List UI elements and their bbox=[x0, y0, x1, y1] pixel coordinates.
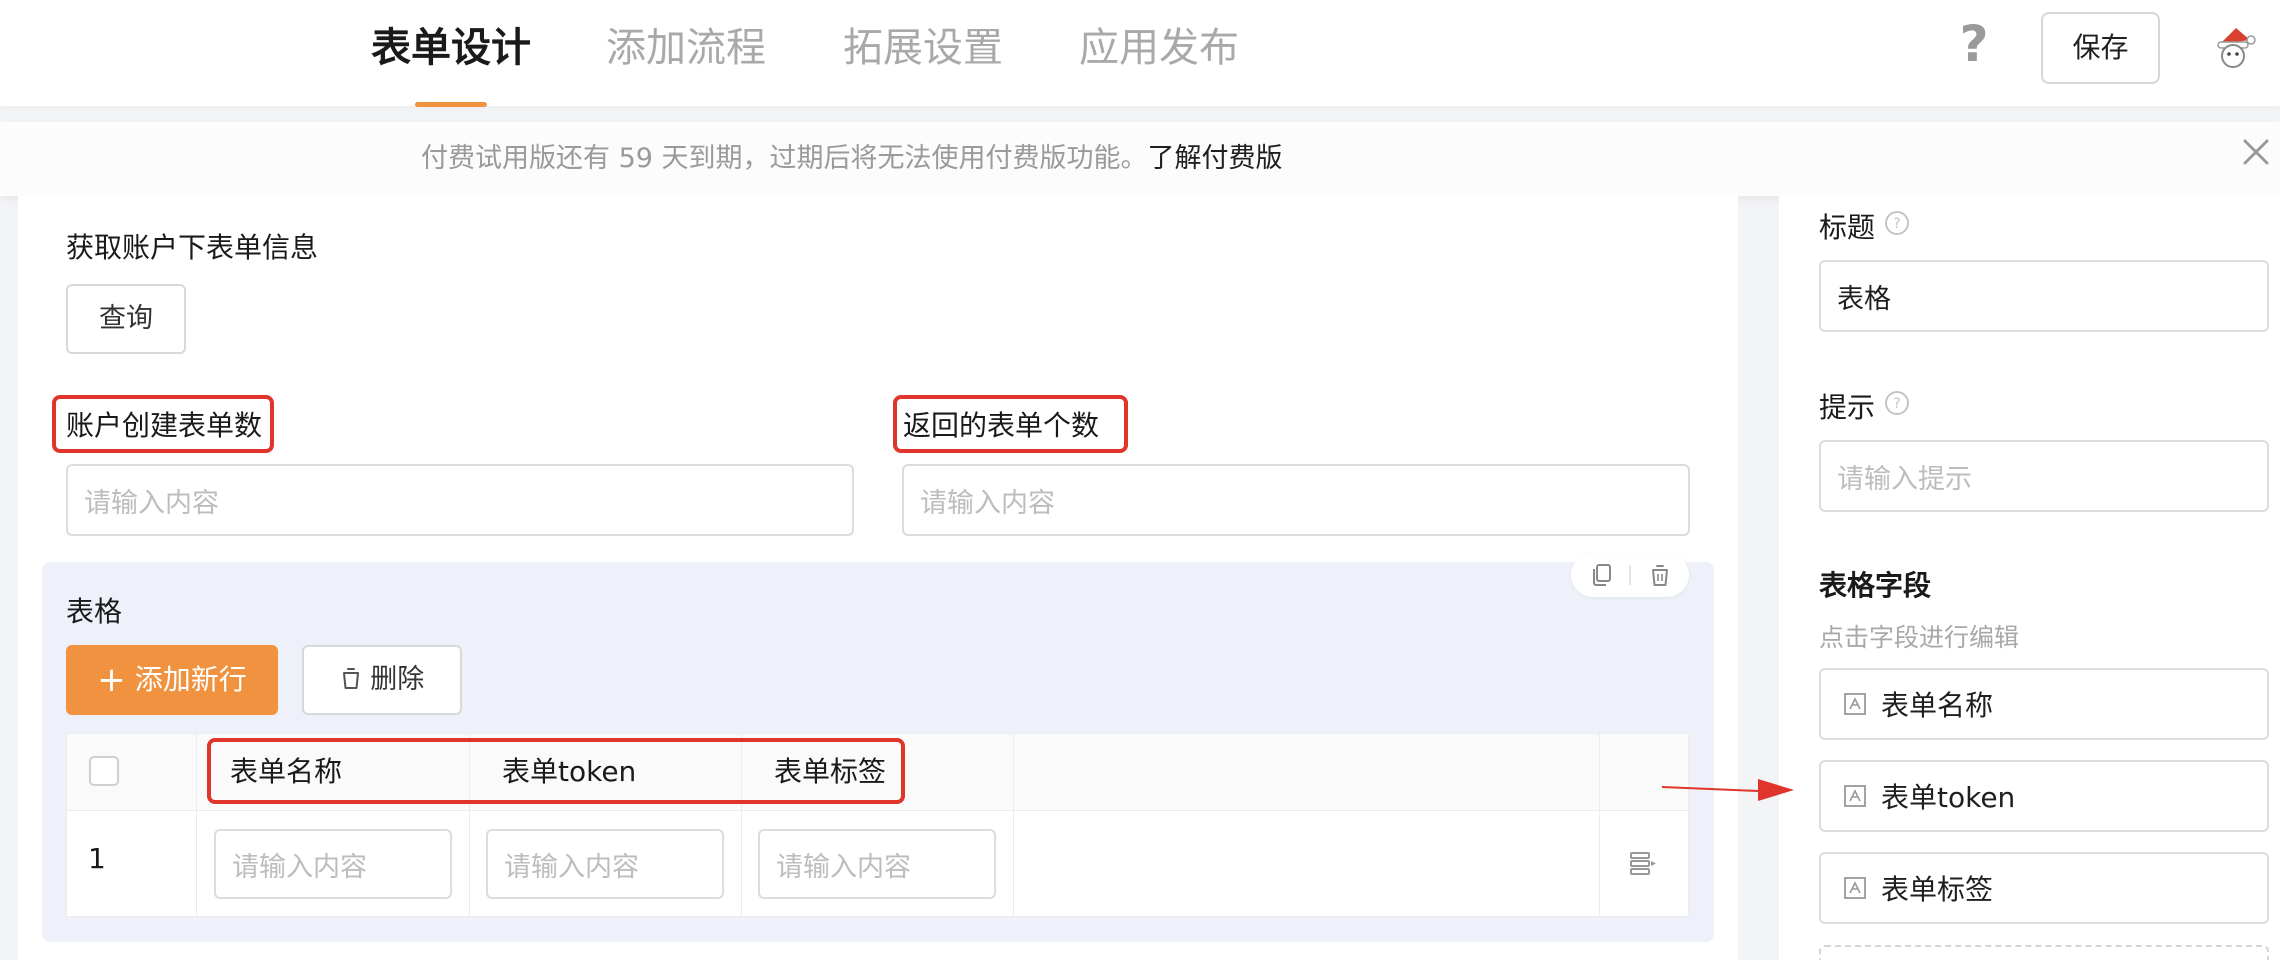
column-divider bbox=[1599, 734, 1600, 916]
form-count-input[interactable]: 请输入内容 bbox=[66, 464, 854, 536]
trash-icon[interactable] bbox=[1635, 553, 1685, 597]
input-placeholder: 请输入内容 bbox=[84, 487, 219, 519]
cell-input-form-token[interactable]: 请输入内容 bbox=[486, 829, 724, 899]
delete-row-button[interactable]: 删除 bbox=[302, 645, 462, 715]
column-header-form-token: 表单token bbox=[502, 755, 637, 788]
query-button[interactable]: 查询 bbox=[66, 284, 186, 354]
column-header-form-name: 表单名称 bbox=[230, 755, 343, 788]
add-row-label: 添加新行 bbox=[134, 663, 247, 696]
returned-count-input[interactable]: 请输入内容 bbox=[902, 464, 1690, 536]
text-field-icon bbox=[1843, 876, 1867, 900]
svg-text:?: ? bbox=[1893, 396, 1900, 412]
table-field-label: 表单标签 bbox=[1881, 873, 1994, 906]
input-placeholder: 请输入内容 bbox=[504, 851, 639, 883]
column-divider bbox=[1013, 734, 1014, 916]
table-field-item[interactable]: 表单标签 bbox=[1819, 852, 2269, 924]
plus-icon: + bbox=[97, 660, 126, 700]
tab-add-process[interactable]: 添加流程 bbox=[606, 20, 766, 76]
question-mark-icon[interactable]: ? bbox=[1950, 18, 1998, 70]
cell-input-form-tag[interactable]: 请输入内容 bbox=[758, 829, 996, 899]
widget-toolbar bbox=[1571, 553, 1689, 597]
table-fields-label: 表格字段 bbox=[1819, 569, 1932, 602]
table-fields-hint: 点击字段进行编辑 bbox=[1819, 623, 2020, 652]
select-all-checkbox[interactable] bbox=[89, 756, 119, 786]
add-field-dropzone[interactable] bbox=[1819, 945, 2269, 960]
save-button[interactable]: 保存 bbox=[2041, 12, 2160, 84]
red-arrow-icon bbox=[1658, 766, 1798, 810]
trash-icon bbox=[340, 650, 362, 716]
table-field-item[interactable]: 表单token bbox=[1819, 760, 2269, 832]
tab-app-publish[interactable]: 应用发布 bbox=[1079, 20, 1239, 76]
row-action-icon[interactable] bbox=[1628, 849, 1658, 879]
input-placeholder: 请输入提示 bbox=[1837, 463, 1972, 495]
hint-input[interactable]: 请输入提示 bbox=[1819, 440, 2269, 512]
trial-notice-text: 付费试用版还有 59 天到期，过期后将无法使用付费版功能。了解付费版 bbox=[421, 134, 1283, 184]
help-circle-icon[interactable]: ? bbox=[1884, 390, 1910, 416]
delete-row-label: 删除 bbox=[370, 664, 425, 695]
panel-hint-label: 提示 bbox=[1819, 391, 1876, 424]
learn-paid-version-link[interactable]: 了解付费版 bbox=[1148, 143, 1283, 174]
table-field-label: 表单token bbox=[1881, 781, 2016, 814]
table-field-item[interactable]: 表单名称 bbox=[1819, 668, 2269, 740]
column-header-form-tag: 表单标签 bbox=[774, 755, 887, 788]
table-title: 表格 bbox=[66, 595, 123, 628]
field-label-form-count: 账户创建表单数 bbox=[66, 409, 263, 442]
row-index: 1 bbox=[88, 842, 106, 875]
toolbar-divider bbox=[1629, 565, 1631, 585]
title-input-value: 表格 bbox=[1837, 283, 1891, 315]
column-divider bbox=[196, 734, 197, 916]
text-field-icon bbox=[1843, 692, 1867, 716]
field-label-returned-count: 返回的表单个数 bbox=[903, 409, 1100, 442]
panel-title-label: 标题 bbox=[1819, 211, 1876, 244]
add-row-button[interactable]: + 添加新行 bbox=[66, 645, 278, 715]
santa-avatar-icon[interactable] bbox=[2212, 24, 2258, 70]
close-icon[interactable] bbox=[2236, 132, 2276, 172]
section-title: 获取账户下表单信息 bbox=[66, 231, 319, 264]
active-tab-indicator bbox=[415, 102, 487, 107]
input-placeholder: 请输入内容 bbox=[776, 851, 911, 883]
input-placeholder: 请输入内容 bbox=[232, 851, 367, 883]
tab-form-design[interactable]: 表单设计 bbox=[371, 20, 531, 76]
trial-notice-message: 付费试用版还有 59 天到期，过期后将无法使用付费版功能。 bbox=[421, 143, 1148, 174]
text-field-icon bbox=[1843, 784, 1867, 808]
input-placeholder: 请输入内容 bbox=[920, 487, 1055, 519]
table-field-label: 表单名称 bbox=[1881, 689, 1994, 722]
copy-icon[interactable] bbox=[1577, 553, 1627, 597]
tab-extension-settings[interactable]: 拓展设置 bbox=[843, 20, 1003, 76]
cell-input-form-name[interactable]: 请输入内容 bbox=[214, 829, 452, 899]
title-input[interactable]: 表格 bbox=[1819, 260, 2269, 332]
help-circle-icon[interactable]: ? bbox=[1884, 210, 1910, 236]
svg-text:?: ? bbox=[1893, 216, 1900, 232]
